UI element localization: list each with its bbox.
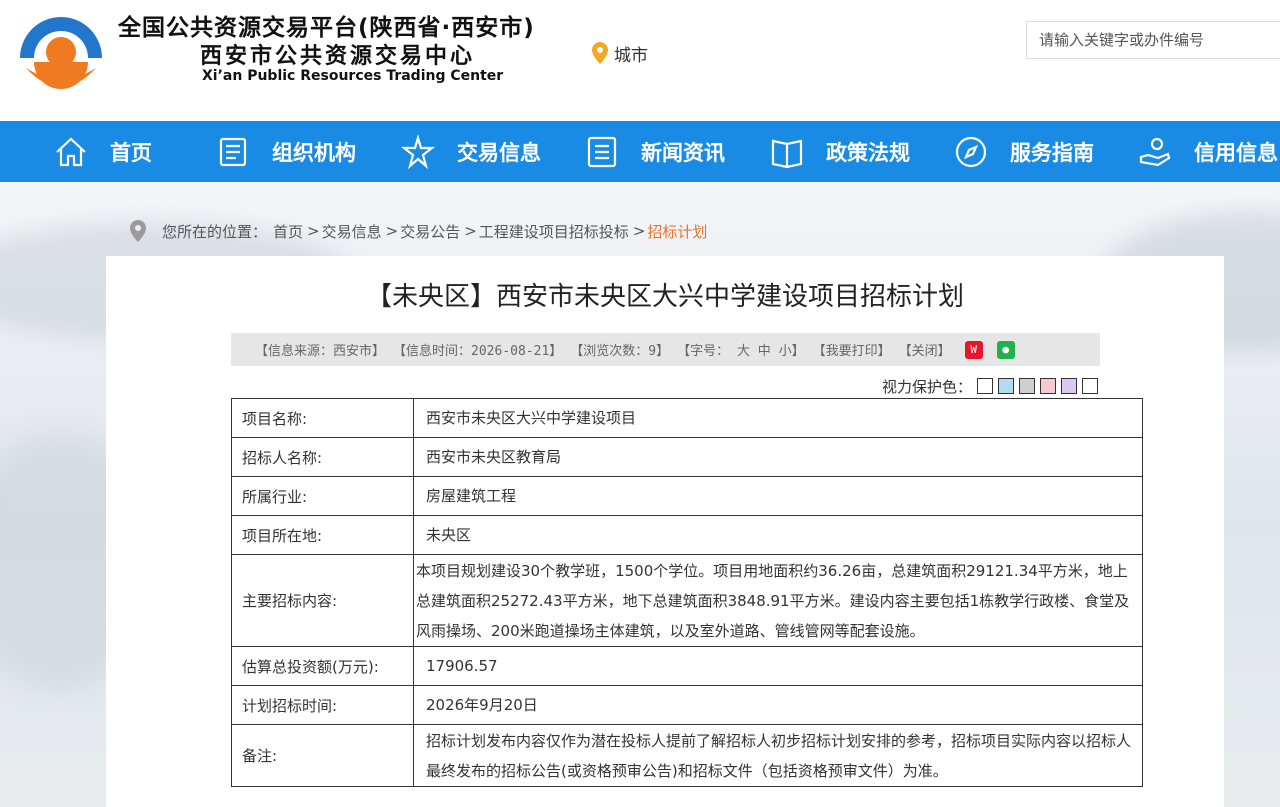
- search-box[interactable]: [1026, 21, 1280, 59]
- search-input[interactable]: [1039, 31, 1269, 49]
- nav-label: 交易信息: [457, 140, 541, 165]
- nav-label: 服务指南: [1010, 140, 1094, 165]
- wechat-share-icon[interactable]: ●: [996, 340, 1015, 359]
- nav-label: 组织机构: [272, 140, 356, 165]
- row-key: 项目所在地:: [231, 515, 414, 555]
- row-value: 17906.57: [413, 646, 1143, 686]
- star-icon: [401, 134, 435, 169]
- close-link[interactable]: 【关闭】: [899, 340, 951, 359]
- site-logo-icon[interactable]: [12, 6, 110, 96]
- breadcrumb-item-trading-info[interactable]: 交易信息: [322, 221, 382, 242]
- breadcrumb-separator: >: [632, 222, 646, 240]
- site-title-block: 全国公共资源交易平台(陕西省·西安市) 西安市公共资源交易中心 Xi’an Pu…: [118, 8, 548, 88]
- eye-care-label: 视力保护色：: [882, 377, 973, 396]
- breadcrumb-prefix: 您所在的位置：: [162, 222, 268, 241]
- location-pin-icon: [130, 220, 146, 242]
- meta-time: 【信息时间：2026-08-21】: [393, 344, 563, 359]
- site-title-sub: 西安市公共资源交易中心: [200, 44, 476, 69]
- nav-item-organization[interactable]: 组织机构: [216, 121, 356, 182]
- table-row: 计划招标时间: 2026年9月20日: [231, 685, 1143, 725]
- table-row: 备注: 招标计划发布内容仅作为潜在投标人提前了解招标人初步招标计划安排的参考，招…: [231, 724, 1143, 787]
- compass-icon: [955, 136, 987, 167]
- nav-label: 信用信息: [1194, 140, 1278, 165]
- article-title: 【未央区】西安市未央区大兴中学建设项目招标计划: [365, 282, 964, 312]
- main-nav: 首页 组织机构 交易信息 新闻资讯 政策法规 服务指南 信用信息: [0, 121, 1280, 182]
- nav-label: 新闻资讯: [641, 140, 725, 165]
- row-key: 主要招标内容:: [231, 554, 414, 647]
- book-icon: [771, 139, 803, 168]
- nav-item-news[interactable]: 新闻资讯: [585, 121, 725, 182]
- nav-item-credit-info[interactable]: 信用信息: [1138, 121, 1278, 182]
- eye-care-swatch-pink[interactable]: [1040, 378, 1057, 394]
- print-link[interactable]: 【我要打印】: [813, 340, 891, 359]
- meta-source: 【信息来源：西安市】: [255, 344, 386, 359]
- eye-care-swatch-default[interactable]: [1082, 378, 1099, 394]
- list-icon: [587, 136, 617, 167]
- eye-care-swatch-purple[interactable]: [1061, 378, 1078, 394]
- table-row: 项目所在地: 未央区: [231, 515, 1143, 555]
- site-header: 全国公共资源交易平台(陕西省·西安市) 西安市公共资源交易中心 Xi’an Pu…: [0, 0, 1280, 121]
- eye-care-swatch-blue[interactable]: [998, 378, 1015, 394]
- nav-item-service-guide[interactable]: 服务指南: [954, 121, 1094, 182]
- breadcrumb-item-announcements[interactable]: 交易公告: [400, 221, 460, 242]
- city-selector[interactable]: 城市: [592, 40, 648, 66]
- table-row: 招标人名称: 西安市未央区教育局: [231, 437, 1143, 477]
- row-key: 项目名称:: [231, 398, 414, 438]
- row-key: 所属行业:: [231, 476, 414, 516]
- home-icon: [56, 136, 86, 166]
- breadcrumb-item-home[interactable]: 首页: [273, 221, 303, 242]
- row-value: 西安市未央区大兴中学建设项目: [413, 398, 1143, 438]
- nav-label: 首页: [110, 140, 152, 165]
- row-key: 估算总投资额(万元):: [231, 646, 414, 686]
- breadcrumb-item-bidding[interactable]: 工程建设项目招标投标: [479, 221, 629, 242]
- eye-care-selector: 视力保护色：: [882, 376, 1099, 396]
- meta-font-size[interactable]: 【字号： 大 中 小】: [677, 340, 804, 359]
- row-value: 西安市未央区教育局: [413, 437, 1143, 477]
- table-row: 项目名称: 西安市未央区大兴中学建设项目: [231, 398, 1143, 438]
- breadcrumb-separator: >: [385, 222, 399, 240]
- row-key: 招标人名称:: [231, 437, 414, 477]
- row-key: 备注:: [231, 724, 414, 787]
- table-row: 主要招标内容: 本项目规划建设30个教学班，1500个学位。项目用地面积约36.…: [231, 554, 1143, 647]
- row-value: 招标计划发布内容仅作为潜在投标人提前了解招标人初步招标计划安排的参考，招标项目实…: [413, 724, 1143, 787]
- weibo-share-icon[interactable]: W: [964, 340, 983, 359]
- article-meta-bar: 【信息来源：西安市】 【信息时间：2026-08-21】 【浏览次数：9】 【字…: [231, 333, 1100, 366]
- breadcrumb-separator: >: [307, 222, 320, 240]
- project-info-table: 项目名称: 西安市未央区大兴中学建设项目 招标人名称: 西安市未央区教育局 所属…: [231, 398, 1143, 787]
- site-title-en: Xi’an Public Resources Trading Center: [202, 68, 504, 84]
- row-value: 2026年9月20日: [413, 685, 1143, 725]
- nav-item-trading-info[interactable]: 交易信息: [401, 121, 541, 182]
- city-label: 城市: [614, 45, 648, 66]
- eye-care-swatch-white[interactable]: [977, 378, 994, 394]
- content-panel: 【未央区】西安市未央区大兴中学建设项目招标计划 【信息来源：西安市】 【信息时间…: [106, 256, 1224, 807]
- document-icon: [219, 137, 247, 166]
- row-key: 计划招标时间:: [231, 685, 414, 725]
- location-pin-icon: [592, 42, 608, 64]
- breadcrumb: 您所在的位置： 首页 > 交易信息 > 交易公告 > 工程建设项目招标投标 > …: [130, 218, 707, 244]
- nav-item-home[interactable]: 首页: [54, 121, 152, 182]
- nav-label: 政策法规: [826, 140, 910, 165]
- nav-item-policy[interactable]: 政策法规: [770, 121, 910, 182]
- breadcrumb-separator: >: [464, 222, 477, 240]
- meta-views: 【浏览次数：9】: [570, 344, 670, 359]
- row-value: 本项目规划建设30个教学班，1500个学位。项目用地面积约36.26亩，总建筑面…: [413, 554, 1143, 647]
- row-value: 未央区: [413, 515, 1143, 555]
- eye-care-swatch-gray[interactable]: [1019, 378, 1036, 394]
- row-value: 房屋建筑工程: [413, 476, 1143, 516]
- table-row: 所属行业: 房屋建筑工程: [231, 476, 1143, 516]
- table-row: 估算总投资额(万元): 17906.57: [231, 646, 1143, 686]
- hand-icon: [1139, 137, 1171, 166]
- breadcrumb-item-current[interactable]: 招标计划: [647, 221, 707, 242]
- site-title-main: 全国公共资源交易平台(陕西省·西安市): [118, 15, 535, 41]
